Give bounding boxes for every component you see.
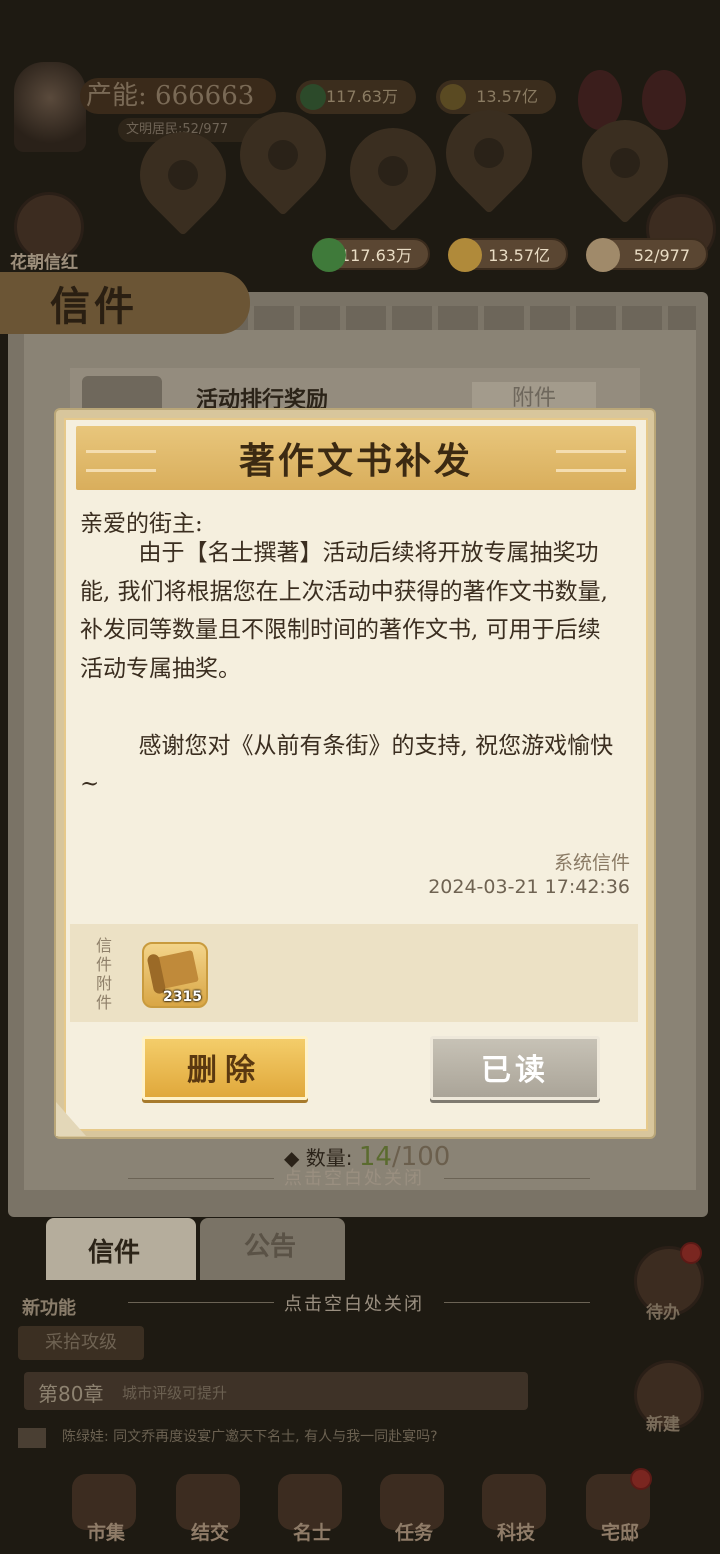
hud-green-resource: 117.63万	[296, 80, 416, 114]
resource-gold-value: 13.57亿	[488, 246, 550, 265]
nav-friends[interactable]: 结交	[170, 1470, 250, 1550]
tab-mail[interactable]: 信件	[46, 1218, 196, 1280]
tab-announcement-label: 公告	[244, 1232, 297, 1262]
letter-date: 2024-03-21 17:42:36	[428, 876, 630, 898]
resource-green-value: 117.63万	[340, 246, 412, 265]
scroll-icon	[151, 949, 199, 991]
green-coin-icon	[312, 238, 346, 272]
chat-message[interactable]: 陈绿娃: 同文乔再度设宴广邀天下名士, 有人与我一同赴宴吗?	[62, 1420, 582, 1454]
nav-market[interactable]: 市集	[66, 1470, 146, 1550]
close-hint-outer[interactable]: 点击空白处关闭	[284, 1290, 424, 1316]
gold-coin-icon	[448, 238, 482, 272]
chapter-number: 第80章	[38, 1382, 104, 1406]
flower-event-label: 花朝信红	[10, 253, 78, 273]
divider	[444, 1302, 590, 1303]
person-icon	[586, 238, 620, 272]
tab-mail-label: 信件	[88, 1238, 141, 1268]
new-function-label: 新功能	[22, 1298, 76, 1319]
resource-gold: 13.57亿	[448, 238, 568, 272]
letter-sender: 系统信件	[553, 852, 630, 874]
divider	[128, 1302, 274, 1303]
resource-people-value: 52/977	[633, 246, 690, 265]
attachment-count: 2315	[163, 989, 202, 1005]
hud-gold-resource: 13.57亿	[436, 80, 556, 114]
production-display: 产能: 666663	[80, 78, 276, 114]
nav-friends-label: 结交	[190, 1522, 229, 1544]
nav-celebrities[interactable]: 名士	[272, 1470, 352, 1550]
dialog-title: 著作文书补发	[238, 440, 473, 482]
mail-window-title: 信件	[50, 283, 138, 330]
attachment-item[interactable]: 2315	[142, 942, 208, 1008]
nav-tech[interactable]: 科技	[476, 1470, 556, 1550]
read-button[interactable]: 已读	[430, 1036, 600, 1100]
divider	[444, 1178, 590, 1179]
attachment-label: 信件附件	[96, 936, 113, 1012]
hud-green-value: 117.63万	[326, 87, 398, 106]
todo-label: 待办	[646, 1303, 680, 1323]
letter-body: 由于【名士撰著】活动后续将开放专属抽奖功能, 我们将根据您在上次活动中获得的著作…	[80, 540, 614, 797]
hud-gold-value: 13.57亿	[476, 87, 538, 106]
delete-button[interactable]: 删除	[142, 1036, 308, 1100]
nav-tech-label: 科技	[496, 1522, 535, 1544]
close-hint: 点击空白处关闭	[284, 1168, 424, 1189]
divider	[128, 1178, 274, 1179]
notification-dot	[630, 1468, 652, 1490]
nav-celebrities-label: 名士	[292, 1522, 331, 1544]
tab-announcement[interactable]: 公告	[200, 1218, 345, 1280]
green-coin-icon	[300, 84, 326, 110]
nav-tasks[interactable]: 任务	[374, 1470, 454, 1550]
map-pin-icon	[332, 110, 454, 232]
nav-tasks-label: 任务	[394, 1522, 433, 1544]
chapter-text: 城市评级可提升	[122, 1384, 228, 1402]
player-avatar[interactable]	[14, 62, 86, 152]
gather-tag[interactable]: 采拾攻级	[18, 1326, 144, 1360]
nav-mansion-label: 宅邸	[600, 1522, 639, 1544]
nav-market-label: 市集	[86, 1522, 125, 1544]
speaker-icon[interactable]	[18, 1428, 46, 1448]
notification-dot	[680, 1242, 702, 1264]
lantern-up-icon[interactable]	[642, 70, 686, 130]
resource-green: 117.63万	[312, 238, 430, 272]
gold-coin-icon	[440, 84, 466, 110]
letter-salutation: 亲爱的街主:	[80, 511, 203, 537]
resource-people: 52/977	[586, 238, 708, 272]
build-label: 新建	[646, 1415, 680, 1435]
